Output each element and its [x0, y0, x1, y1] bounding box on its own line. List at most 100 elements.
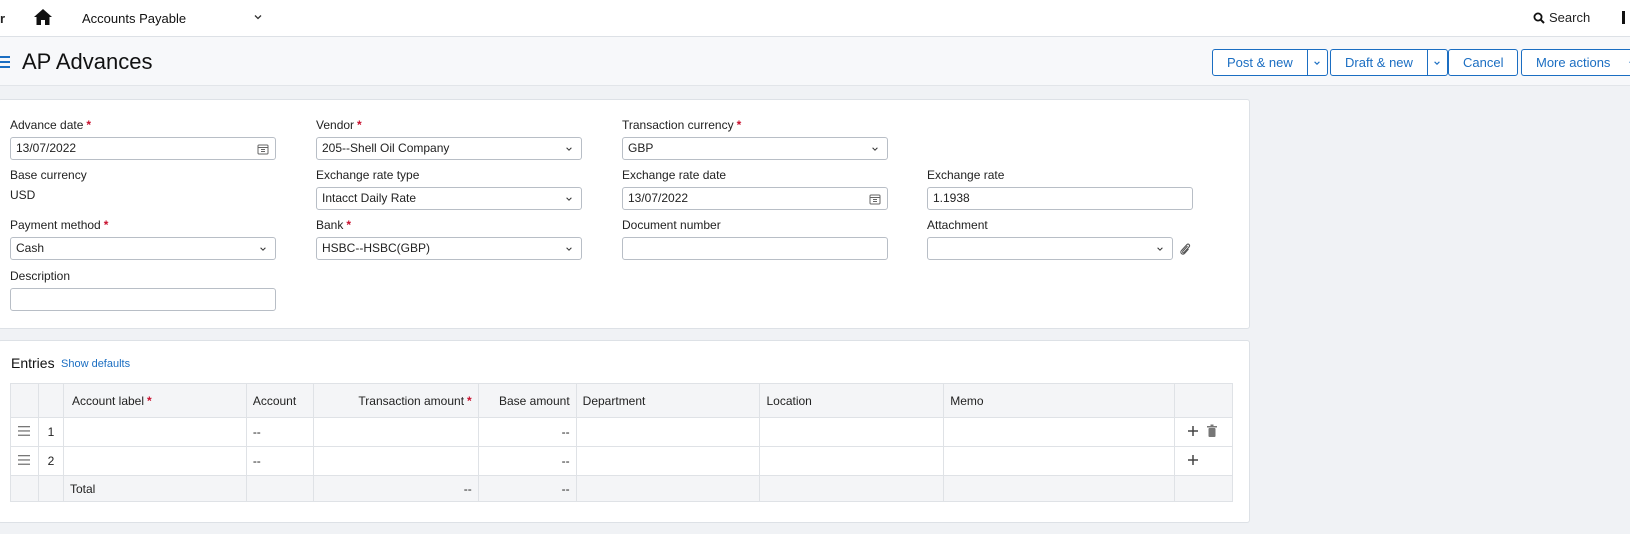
memo-cell[interactable]	[943, 446, 1175, 476]
drag-handle-icon	[18, 426, 31, 436]
draft-new-dropdown[interactable]	[1426, 50, 1447, 75]
total-base-amount: --	[477, 475, 577, 502]
exchange-rate-type-select[interactable]: Intacct Daily Rate	[316, 187, 582, 210]
draft-new-button-group: Draft & new	[1330, 49, 1448, 76]
search-label: Search	[1549, 10, 1591, 25]
transaction-currency-select[interactable]: GBP	[622, 137, 888, 160]
exchange-rate-date-label: Exchange rate date	[622, 168, 727, 182]
total-row: Total -- --	[10, 475, 1234, 502]
exchange-rate-date-input[interactable]: 13/07/2022	[622, 187, 888, 210]
header-form-panel: Advance date * 13/07/2022 Vendor * 205--Sh…	[0, 99, 1250, 329]
account-label-header-text: Account label	[71, 393, 145, 408]
account-label-column-header[interactable]: Account label *	[62, 383, 247, 418]
advance-date-input[interactable]: 13/07/2022	[10, 137, 276, 160]
description-input[interactable]	[10, 288, 276, 311]
chevron-down-icon[interactable]	[253, 12, 263, 22]
row-drag-handle[interactable]	[10, 417, 39, 447]
calendar-icon[interactable]	[869, 193, 881, 205]
bank-value: HSBC--HSBC(GBP)	[322, 241, 431, 255]
base-amount-column-header[interactable]: Base amount	[477, 383, 577, 418]
show-defaults-link[interactable]: Show defaults	[61, 358, 130, 370]
vendor-value: 205--Shell Oil Company	[322, 141, 450, 155]
payment-method-select[interactable]: Cash	[10, 237, 276, 260]
row-number: 2	[37, 446, 64, 476]
chevron-down-icon	[260, 247, 266, 251]
search-button[interactable]: Search	[1533, 10, 1590, 25]
required-marker: *	[86, 118, 92, 132]
add-row-icon[interactable]	[1187, 424, 1199, 438]
more-actions-dropdown[interactable]	[1624, 50, 1630, 75]
location-cell[interactable]	[759, 417, 945, 447]
memo-cell[interactable]	[943, 417, 1175, 447]
chevron-down-icon	[1434, 60, 1441, 65]
menu-icon[interactable]	[0, 56, 10, 68]
cancel-button[interactable]: Cancel	[1448, 49, 1519, 76]
post-new-dropdown[interactable]	[1306, 50, 1327, 75]
vendor-select[interactable]: 205--Shell Oil Company	[316, 137, 582, 160]
table-header-row: Account label * Account Transaction amoun…	[10, 383, 1234, 418]
location-column-header[interactable]: Location	[759, 383, 945, 418]
total-spacer	[1173, 475, 1234, 502]
account-cell[interactable]: --	[245, 417, 314, 447]
account-label-cell[interactable]	[62, 417, 247, 447]
memo-column-header[interactable]: Memo	[943, 383, 1175, 418]
transaction-amount-cell[interactable]	[312, 446, 479, 476]
department-column-header[interactable]: Department	[575, 383, 761, 418]
account-column-header[interactable]: Account	[245, 383, 314, 418]
exchange-rate-input[interactable]: 1.1938	[927, 187, 1193, 210]
vendor-label: Vendor *	[316, 118, 362, 132]
more-actions-button[interactable]: More actions	[1522, 50, 1624, 75]
required-marker: *	[357, 118, 362, 132]
exchange-rate-label: Exchange rate	[927, 168, 1005, 182]
base-amount-cell: --	[477, 417, 577, 447]
number-column-header	[37, 383, 64, 418]
exchange-rate-type-value: Intacct Daily Rate	[322, 191, 417, 205]
attachment-select[interactable]	[927, 237, 1173, 260]
total-spacer	[37, 475, 64, 502]
payment-method-label: Payment method *	[10, 218, 109, 232]
exchange-rate-date-value: 13/07/2022	[628, 191, 689, 205]
base-amount-cell: --	[477, 446, 577, 476]
location-cell[interactable]	[759, 446, 945, 476]
base-currency-label: Base currency	[10, 168, 87, 182]
total-label: Total	[62, 475, 247, 502]
department-cell[interactable]	[575, 446, 761, 476]
paperclip-icon[interactable]	[1179, 242, 1191, 256]
total-spacer	[943, 475, 1175, 502]
department-cell[interactable]	[575, 417, 761, 447]
document-number-input[interactable]	[622, 237, 888, 260]
actions-column-header	[1173, 383, 1234, 418]
bank-select[interactable]: HSBC--HSBC(GBP)	[316, 237, 582, 260]
row-actions	[1173, 446, 1234, 476]
trash-icon[interactable]	[1206, 424, 1218, 438]
account-label-cell[interactable]	[62, 446, 247, 476]
chevron-down-icon	[566, 247, 572, 251]
table-row: 1 -- --	[10, 417, 1234, 447]
total-spacer	[10, 475, 39, 502]
post-new-button[interactable]: Post & new	[1213, 50, 1307, 75]
chevron-down-icon	[566, 147, 572, 151]
total-transaction-amount: --	[312, 475, 479, 502]
attachment-label: Attachment	[927, 218, 988, 232]
advance-date-value: 13/07/2022	[16, 141, 77, 155]
chevron-down-icon	[1157, 247, 1163, 251]
required-marker: *	[467, 393, 472, 408]
draft-new-button[interactable]: Draft & new	[1331, 50, 1427, 75]
row-drag-handle[interactable]	[10, 446, 39, 476]
calendar-icon[interactable]	[257, 143, 269, 155]
home-icon[interactable]	[33, 8, 53, 26]
drag-handle-icon	[18, 455, 31, 465]
bank-label: Bank *	[316, 218, 352, 232]
transaction-amount-column-header[interactable]: Transaction amount *	[312, 383, 479, 418]
module-selector[interactable]: Accounts Payable	[82, 11, 186, 26]
handle-column-header	[10, 383, 39, 418]
entries-table: Account label * Account Transaction amoun…	[10, 383, 1234, 502]
exchange-rate-value: 1.1938	[933, 191, 970, 205]
transaction-currency-label: Transaction currency *	[622, 118, 742, 132]
account-cell[interactable]: --	[245, 446, 314, 476]
entries-title: Entries	[11, 355, 55, 371]
chevron-down-icon	[872, 147, 878, 151]
add-row-icon[interactable]	[1187, 453, 1199, 467]
transaction-amount-cell[interactable]	[312, 417, 479, 447]
required-marker: *	[103, 218, 109, 232]
